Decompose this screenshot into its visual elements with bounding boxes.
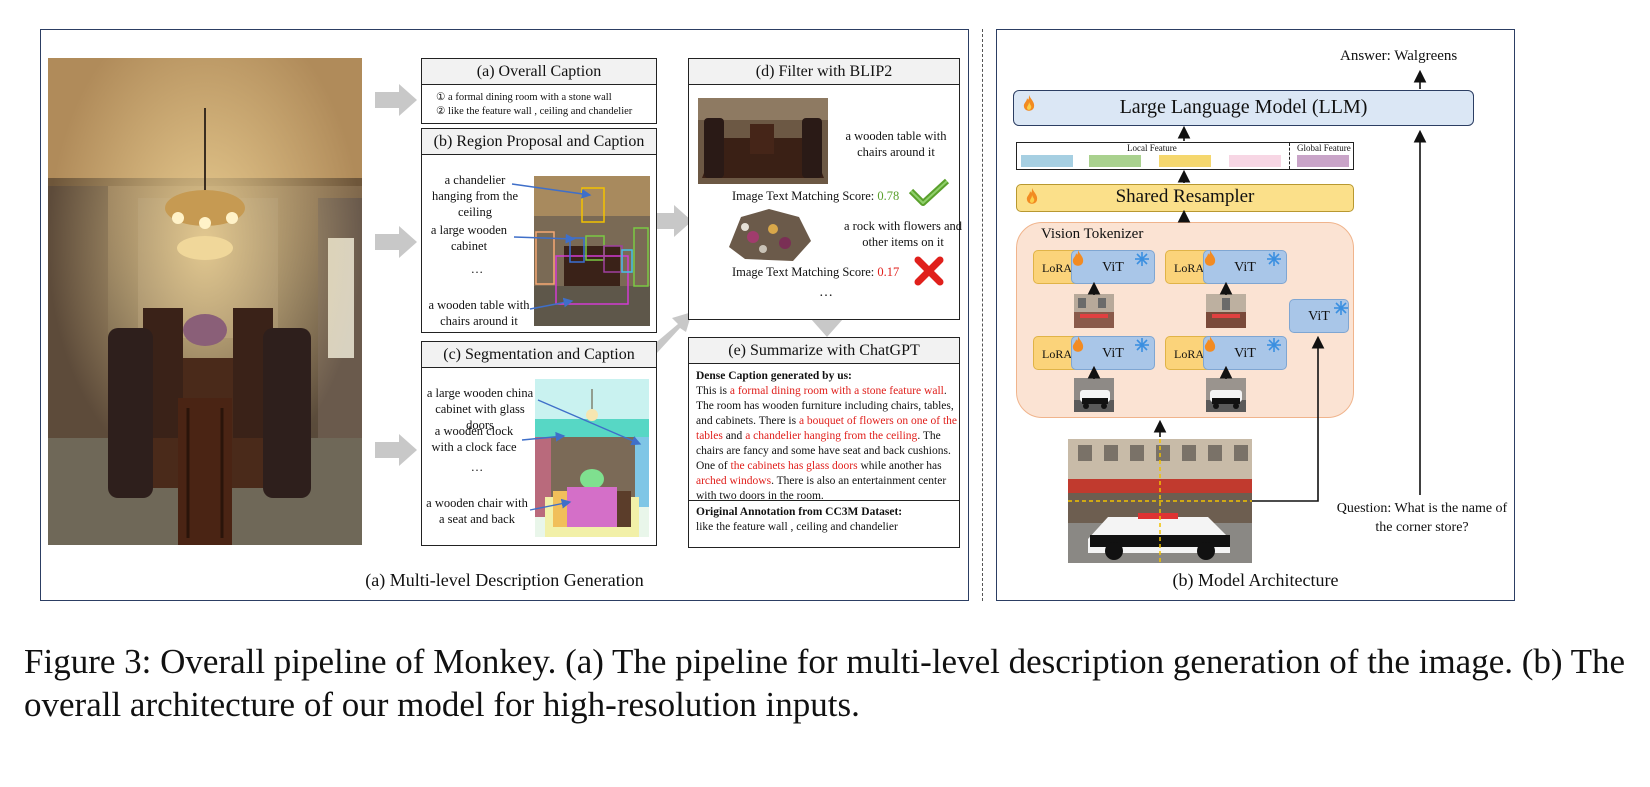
- question-text: Question: What is the name of the corner…: [1336, 501, 1508, 535]
- summarize-divider: [689, 500, 959, 501]
- filter-caption-2: a rock with flowers and other items on i…: [843, 219, 963, 249]
- dense-caption: Dense Caption generated by us: This is a…: [696, 369, 958, 504]
- seg-pointer-lines: [521, 399, 642, 511]
- cross-icon: [914, 256, 944, 286]
- dense-caption-highlight: arched windows: [696, 475, 772, 487]
- filter-score-1: Image Text Matching Score: 0.78: [732, 189, 899, 204]
- dense-caption-body: This is a formal dining room with a ston…: [696, 384, 958, 504]
- filter-score-2-label: Image Text Matching Score:: [732, 265, 875, 279]
- overall-caption-line2: ② like the feature wall , ceiling and ch…: [436, 106, 633, 117]
- filter-score-1-value: 0.78: [877, 189, 900, 203]
- overall-caption-box: (a) Overall Caption ① a formal dining ro…: [421, 58, 657, 124]
- right-panel-title: (b) Model Architecture: [1172, 570, 1339, 590]
- filter-title: (d) Filter with BLIP2: [689, 59, 959, 85]
- filter-score-1-label: Image Text Matching Score:: [732, 189, 875, 203]
- figure-caption: Figure 3: Overall pipeline of Monkey. (a…: [24, 642, 1626, 724]
- original-annotation: Original Annotation from CC3M Dataset: l…: [696, 505, 958, 535]
- arrow-to-segmentation: [375, 434, 417, 466]
- summarize-title: (e) Summarize with ChatGPT: [689, 338, 959, 364]
- filter-score-2-value: 0.17: [877, 265, 900, 279]
- dense-caption-text: This is: [696, 385, 730, 397]
- arrow-to-overall: [375, 84, 417, 116]
- overall-caption-line1: ① a formal dining room with a stone wall: [436, 92, 612, 103]
- arrow-to-filter: [652, 205, 692, 237]
- filter-ellipsis: …: [819, 285, 833, 300]
- summarize-chatgpt-box: (e) Summarize with ChatGPT Dense Caption…: [688, 337, 960, 548]
- filter-caption-1: a wooden table with chairs around it: [845, 129, 947, 159]
- original-annotation-heading: Original Annotation from CC3M Dataset:: [696, 506, 903, 518]
- table-crop-image: [698, 98, 828, 184]
- region-proposal-box: (b) Region Proposal and Caption a chande…: [421, 128, 657, 333]
- dining-room-image: [48, 58, 362, 545]
- rock-crop-image: [723, 207, 813, 263]
- dense-caption-text: while another has: [857, 460, 942, 472]
- filter-blip2-box: (d) Filter with BLIP2 a wooden table wit…: [688, 58, 963, 320]
- overall-caption-title: (a) Overall Caption: [422, 59, 656, 85]
- panel-separator: [982, 29, 983, 601]
- arrow-to-region: [375, 226, 417, 258]
- dense-caption-highlight: a formal dining room with a stone featur…: [729, 385, 944, 397]
- left-panel-title: (a) Multi-level Description Generation: [365, 570, 644, 590]
- check-icon: [908, 178, 950, 206]
- dense-caption-highlight: a chandelier hanging from the ceiling: [745, 430, 918, 442]
- arrow-diag-to-filter: [652, 312, 692, 354]
- segmentation-box: (c) Segmentation and Caption a large woo…: [421, 341, 657, 546]
- dense-caption-highlight: the cabinets has glass doors: [730, 460, 858, 472]
- dense-caption-heading: Dense Caption generated by us:: [696, 370, 852, 382]
- dense-caption-text: and: [722, 430, 746, 442]
- original-annotation-text: like the feature wall , ceiling and chan…: [696, 521, 898, 533]
- filter-score-2: Image Text Matching Score: 0.17: [732, 265, 899, 280]
- region-pointer-lines: [511, 183, 592, 310]
